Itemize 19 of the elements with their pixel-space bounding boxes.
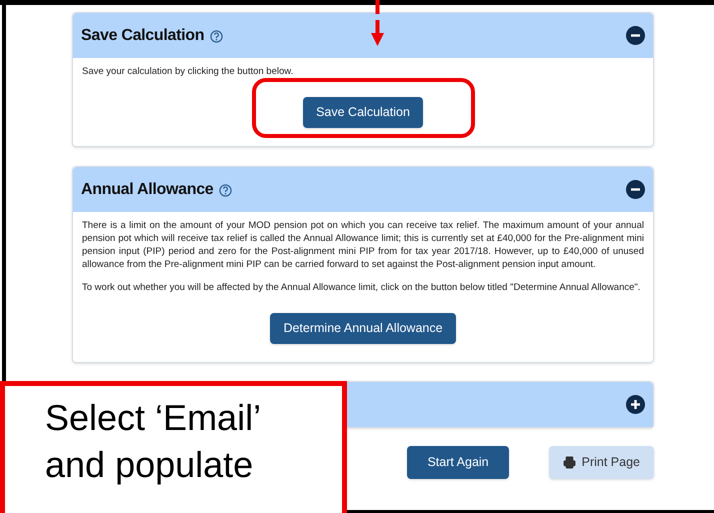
start-again-button[interactable]: Start Again bbox=[407, 446, 509, 479]
callout-text: Select ‘Email’ bbox=[45, 396, 262, 440]
action-button[interactable]: Save Calculation bbox=[303, 97, 423, 128]
body-text: There is a limit on the amount of your MOD pension pot on which you can receive tax relief. The maximum amount of your annual pension pot which will receive tax relief is called the Annual Allowance limit; this is currently set at £40,000 for the Pre-alignment mini pension input (PIP) period and zero for the Post-alignment mini PIP from for tax year 2017/18. However, up to £40,000 of unused allowance from the Pre-alignment mini PIP can be carried forward to set against the Post-alignment pension input amount. bbox=[82, 219, 644, 271]
expand-icon[interactable] bbox=[626, 395, 645, 414]
help-icon[interactable] bbox=[219, 184, 232, 197]
panel-title: Save Calculation bbox=[81, 26, 204, 46]
action-button[interactable]: Determine Annual Allowance bbox=[270, 313, 456, 344]
body-text: Save your calculation by clicking the button below. bbox=[82, 65, 294, 78]
arrow bbox=[371, 0, 384, 47]
help-icon[interactable] bbox=[210, 30, 224, 43]
panel-header[interactable]: Annual Allowance bbox=[73, 167, 653, 212]
body-text: To work out whether you will be affected by the Annual Allowance limit, click on the button below titled "Determine Annual Allowance". bbox=[82, 281, 642, 294]
callout-text: and populate bbox=[45, 443, 254, 487]
collapse-icon[interactable] bbox=[626, 26, 645, 45]
collapse-icon[interactable] bbox=[626, 180, 645, 199]
panel-title: Annual Allowance bbox=[81, 180, 214, 200]
panel-header[interactable]: Save Calculation bbox=[73, 13, 653, 58]
print-button[interactable]: Print Page bbox=[548, 446, 654, 479]
